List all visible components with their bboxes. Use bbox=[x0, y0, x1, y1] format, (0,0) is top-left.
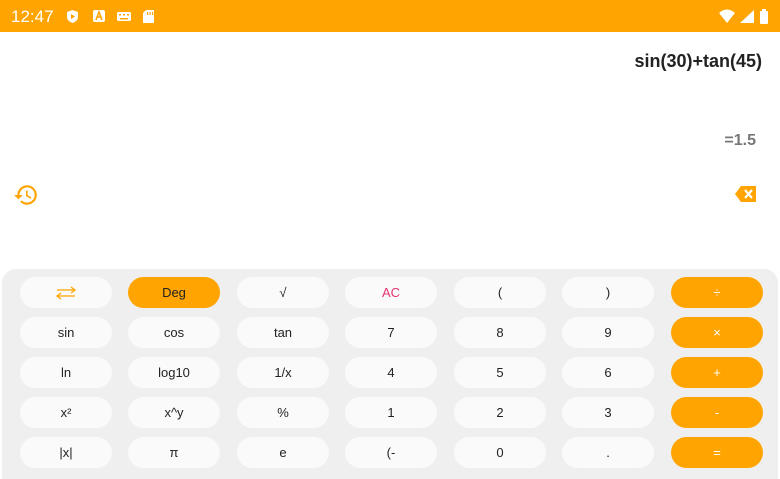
a-badge-icon bbox=[92, 9, 107, 24]
wifi-icon bbox=[718, 9, 736, 24]
status-bar: 12:47 bbox=[0, 0, 780, 32]
result-text: =1.5 bbox=[724, 132, 756, 149]
deg-toggle-button[interactable]: Deg bbox=[128, 277, 220, 308]
all-clear-button[interactable]: AC bbox=[345, 277, 437, 308]
square-button[interactable]: x² bbox=[20, 397, 112, 428]
battery-icon bbox=[759, 9, 769, 24]
ln-button[interactable]: ln bbox=[20, 357, 112, 388]
digit-5-button[interactable]: 5 bbox=[454, 357, 546, 388]
signal-icon bbox=[739, 9, 755, 24]
digit-3-button[interactable]: 3 bbox=[562, 397, 654, 428]
cos-button[interactable]: cos bbox=[128, 317, 220, 348]
tan-button[interactable]: tan bbox=[237, 317, 329, 348]
expression-text: sin(30)+tan(45) bbox=[634, 51, 762, 71]
multiply-button[interactable]: × bbox=[671, 317, 763, 348]
swap-functions-button[interactable] bbox=[20, 277, 112, 308]
digit-0-button[interactable]: 0 bbox=[454, 437, 546, 468]
negate-button[interactable]: (- bbox=[345, 437, 437, 468]
pi-button[interactable]: π bbox=[128, 437, 220, 468]
calculator-display: sin(30)+tan(45) =1.5 bbox=[3, 32, 778, 270]
equals-button[interactable]: = bbox=[671, 437, 763, 468]
sin-button[interactable]: sin bbox=[20, 317, 112, 348]
percent-button[interactable]: % bbox=[237, 397, 329, 428]
plus-button[interactable]: + bbox=[671, 357, 763, 388]
sd-card-icon bbox=[142, 9, 157, 24]
digit-2-button[interactable]: 2 bbox=[454, 397, 546, 428]
swap-arrows-icon bbox=[55, 285, 77, 300]
backspace-icon[interactable] bbox=[734, 184, 758, 204]
digit-6-button[interactable]: 6 bbox=[562, 357, 654, 388]
reciprocal-button[interactable]: 1/x bbox=[237, 357, 329, 388]
status-time: 12:47 bbox=[11, 7, 54, 26]
keypad: Deg √ AC ( ) ÷ sin cos tan 7 8 9 × ln lo… bbox=[2, 269, 778, 479]
decimal-point-button[interactable]: . bbox=[562, 437, 654, 468]
close-paren-button[interactable]: ) bbox=[562, 277, 654, 308]
digit-4-button[interactable]: 4 bbox=[345, 357, 437, 388]
log10-button[interactable]: log10 bbox=[128, 357, 220, 388]
digit-7-button[interactable]: 7 bbox=[345, 317, 437, 348]
power-button[interactable]: x^y bbox=[128, 397, 220, 428]
divide-button[interactable]: ÷ bbox=[671, 277, 763, 308]
digit-1-button[interactable]: 1 bbox=[345, 397, 437, 428]
digit-9-button[interactable]: 9 bbox=[562, 317, 654, 348]
keyboard-icon bbox=[116, 9, 131, 24]
sqrt-button[interactable]: √ bbox=[237, 277, 329, 308]
history-icon[interactable] bbox=[13, 182, 39, 208]
open-paren-button[interactable]: ( bbox=[454, 277, 546, 308]
play-protect-icon bbox=[65, 9, 80, 24]
digit-8-button[interactable]: 8 bbox=[454, 317, 546, 348]
euler-button[interactable]: e bbox=[237, 437, 329, 468]
minus-button[interactable]: - bbox=[671, 397, 763, 428]
absolute-value-button[interactable]: |x| bbox=[20, 437, 112, 468]
